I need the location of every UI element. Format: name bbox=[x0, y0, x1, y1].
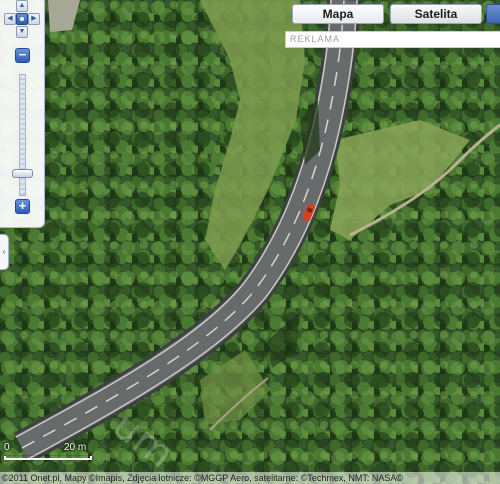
zoom-in-button[interactable]: + bbox=[15, 199, 30, 214]
satellite-imagery bbox=[0, 0, 500, 484]
side-panel-toggle[interactable]: ‹ bbox=[0, 234, 9, 270]
arrow-right-icon[interactable]: ▶ bbox=[28, 13, 40, 25]
arrow-up-icon[interactable]: ▲ bbox=[16, 0, 28, 12]
map-navigation-control: ▲ ◀ ▶ ▼ − + bbox=[0, 0, 45, 228]
ad-banner[interactable]: REKLAMA bbox=[285, 31, 500, 48]
satellite-map[interactable] bbox=[0, 0, 500, 484]
map-type-satellite-button[interactable]: Satelita bbox=[390, 4, 482, 24]
arrow-left-icon[interactable]: ◀ bbox=[4, 13, 16, 25]
attribution: ©2011 Onet.pl, Mapy ©Imapis, Zdjęcia lot… bbox=[0, 472, 500, 484]
ad-label: REKLAMA bbox=[290, 34, 341, 44]
center-icon[interactable] bbox=[16, 13, 28, 25]
map-type-more-button[interactable] bbox=[486, 4, 500, 24]
scale-zero-label: 0 bbox=[4, 442, 10, 453]
zoom-out-button[interactable]: − bbox=[15, 48, 30, 63]
scale-distance-label: 20 m bbox=[64, 442, 87, 453]
arrow-down-icon[interactable]: ▼ bbox=[16, 26, 28, 38]
scale-line bbox=[4, 456, 92, 460]
zoom-slider-handle[interactable] bbox=[12, 168, 33, 178]
map-type-map-button[interactable]: Mapa bbox=[292, 4, 384, 24]
scale-bar: 0 20 m bbox=[4, 442, 94, 466]
